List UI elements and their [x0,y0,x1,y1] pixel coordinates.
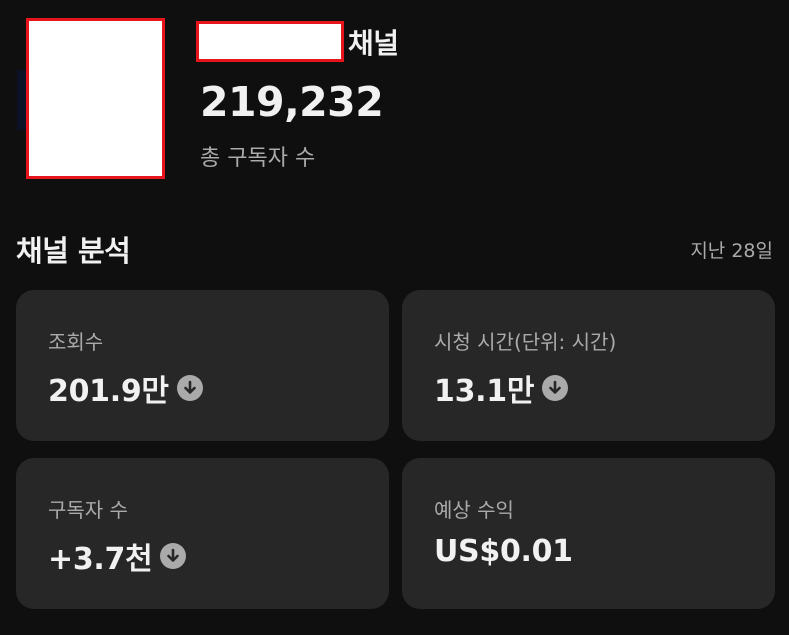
channel-avatar-redacted[interactable] [26,18,165,179]
subscribers-label: 구독자 수 [48,498,128,522]
analytics-section-title: 채널 분석 [16,234,131,268]
arrow-down-circle-icon [542,375,569,401]
revenue-card[interactable]: 예상 수익 US$0.01 [402,458,775,609]
subscriber-count-label: 총 구독자 수 [200,146,316,171]
views-label: 조회수 [48,330,104,354]
revenue-label: 예상 수익 [434,498,514,522]
analytics-period: 지난 28일 [690,240,773,262]
channel-name-redacted [196,21,344,62]
subscribers-card[interactable]: 구독자 수 +3.7천 [16,458,389,609]
arrow-down-circle-icon [176,375,203,401]
watch-time-label: 시청 시간(단위: 시간) [434,330,617,354]
views-card[interactable]: 조회수 201.9만 [16,290,389,441]
arrow-down-circle-icon [160,543,187,569]
watch-time-value: 13.1만 [434,374,535,409]
channel-name-row: 채널 [196,21,399,62]
views-value: 201.9만 [48,374,169,409]
revenue-value: US$0.01 [434,534,573,569]
channel-name-suffix: 채널 [348,26,399,60]
subscriber-count: 219,232 [200,78,384,126]
subscribers-value: +3.7천 [48,542,153,577]
watch-time-card[interactable]: 시청 시간(단위: 시간) 13.1만 [402,290,775,441]
